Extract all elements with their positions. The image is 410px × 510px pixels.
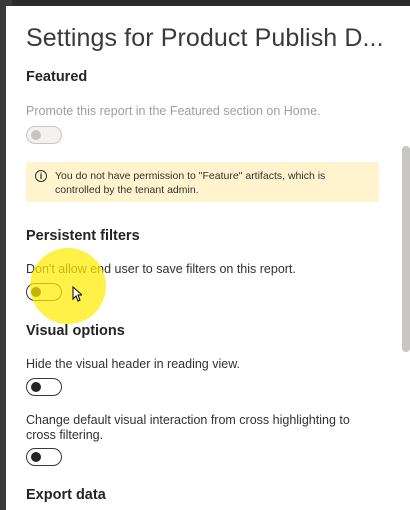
persistent-filters-description: Don't allow end user to save filters on … xyxy=(26,262,296,276)
pane-header: Settings for Product Publish D... xyxy=(6,6,410,70)
persistent-filters-heading: Persistent filters xyxy=(26,228,140,244)
toggle-knob xyxy=(31,382,41,392)
featured-toggle[interactable] xyxy=(26,126,62,144)
settings-scroll-area[interactable]: Featured Promote this report in the Feat… xyxy=(6,69,410,510)
export-data-heading: Export data xyxy=(26,487,106,503)
left-panel-tab xyxy=(0,150,6,178)
hide-visual-header-description: Hide the visual header in reading view. xyxy=(26,357,241,371)
toggle-knob xyxy=(31,287,41,297)
mouse-pointer-icon xyxy=(72,286,82,302)
pane-title: Settings for Product Publish D... xyxy=(26,24,384,52)
vertical-scrollbar[interactable] xyxy=(402,146,410,352)
hide-visual-header-toggle[interactable] xyxy=(26,378,62,396)
featured-heading: Featured xyxy=(26,69,88,85)
featured-description: Promote this report in the Featured sect… xyxy=(26,104,321,118)
permission-warning: i You do not have permission to "Feature… xyxy=(26,162,379,202)
toggle-knob xyxy=(31,130,41,140)
warning-text: You do not have permission to "Feature" … xyxy=(55,170,326,196)
visual-options-heading: Visual options xyxy=(26,323,125,339)
info-icon: i xyxy=(35,170,47,182)
persistent-filters-toggle[interactable] xyxy=(26,283,62,301)
cross-filtering-toggle[interactable] xyxy=(26,448,62,466)
toggle-knob xyxy=(31,452,41,462)
settings-pane: Settings for Product Publish D... Featur… xyxy=(6,6,410,510)
cross-filtering-description: Change default visual interaction from c… xyxy=(26,413,350,442)
